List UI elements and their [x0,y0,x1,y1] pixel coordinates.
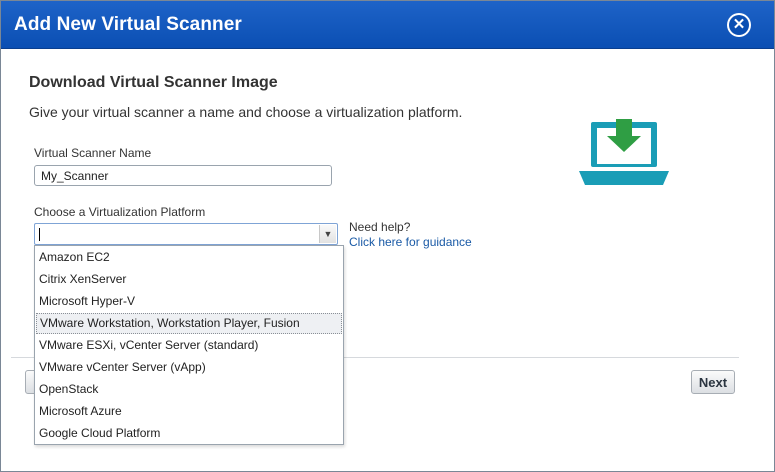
platform-option[interactable]: Microsoft Azure [36,401,342,422]
chevron-down-icon[interactable]: ▼ [319,225,336,243]
close-icon[interactable]: ✕ [729,15,749,35]
platform-dropdown-list[interactable]: Amazon EC2 Citrix XenServer Microsoft Hype… [34,245,344,445]
download-laptop-icon [579,119,669,185]
scanner-name-input[interactable] [34,165,332,186]
dialog-titlebar: Add New Virtual Scanner ✕ [1,1,774,49]
platform-option[interactable]: OpenStack [36,379,342,400]
download-arrow-shaft [616,119,632,138]
dialog-title: Add New Virtual Scanner [14,14,242,35]
section-heading: Download Virtual Scanner Image [29,74,278,91]
guidance-link[interactable]: Click here for guidance [349,235,472,249]
platform-option[interactable]: Microsoft Hyper-V [36,291,342,312]
add-virtual-scanner-dialog: Add New Virtual Scanner ✕ Download Virtu… [0,0,775,472]
platform-option[interactable]: VMware ESXi, vCenter Server (standard) [36,335,342,356]
laptop-base [579,171,669,185]
next-button[interactable]: Next [691,370,735,394]
need-help-text: Need help? [349,220,411,234]
platform-option[interactable]: VMware vCenter Server (vApp) [36,357,342,378]
scanner-name-label: Virtual Scanner Name [34,146,152,160]
platform-option[interactable]: Citrix XenServer [36,269,342,290]
platform-select[interactable]: ▼ [34,223,338,245]
text-cursor [39,228,40,241]
close-button[interactable]: ✕ [727,13,751,37]
platform-option[interactable]: VMware Workstation, Workstation Player, … [36,313,342,334]
platform-option[interactable]: Google Cloud Platform [36,423,342,444]
platform-option[interactable]: Amazon EC2 [36,247,342,268]
section-description: Give your virtual scanner a name and cho… [29,104,463,120]
platform-label: Choose a Virtualization Platform [34,205,206,219]
